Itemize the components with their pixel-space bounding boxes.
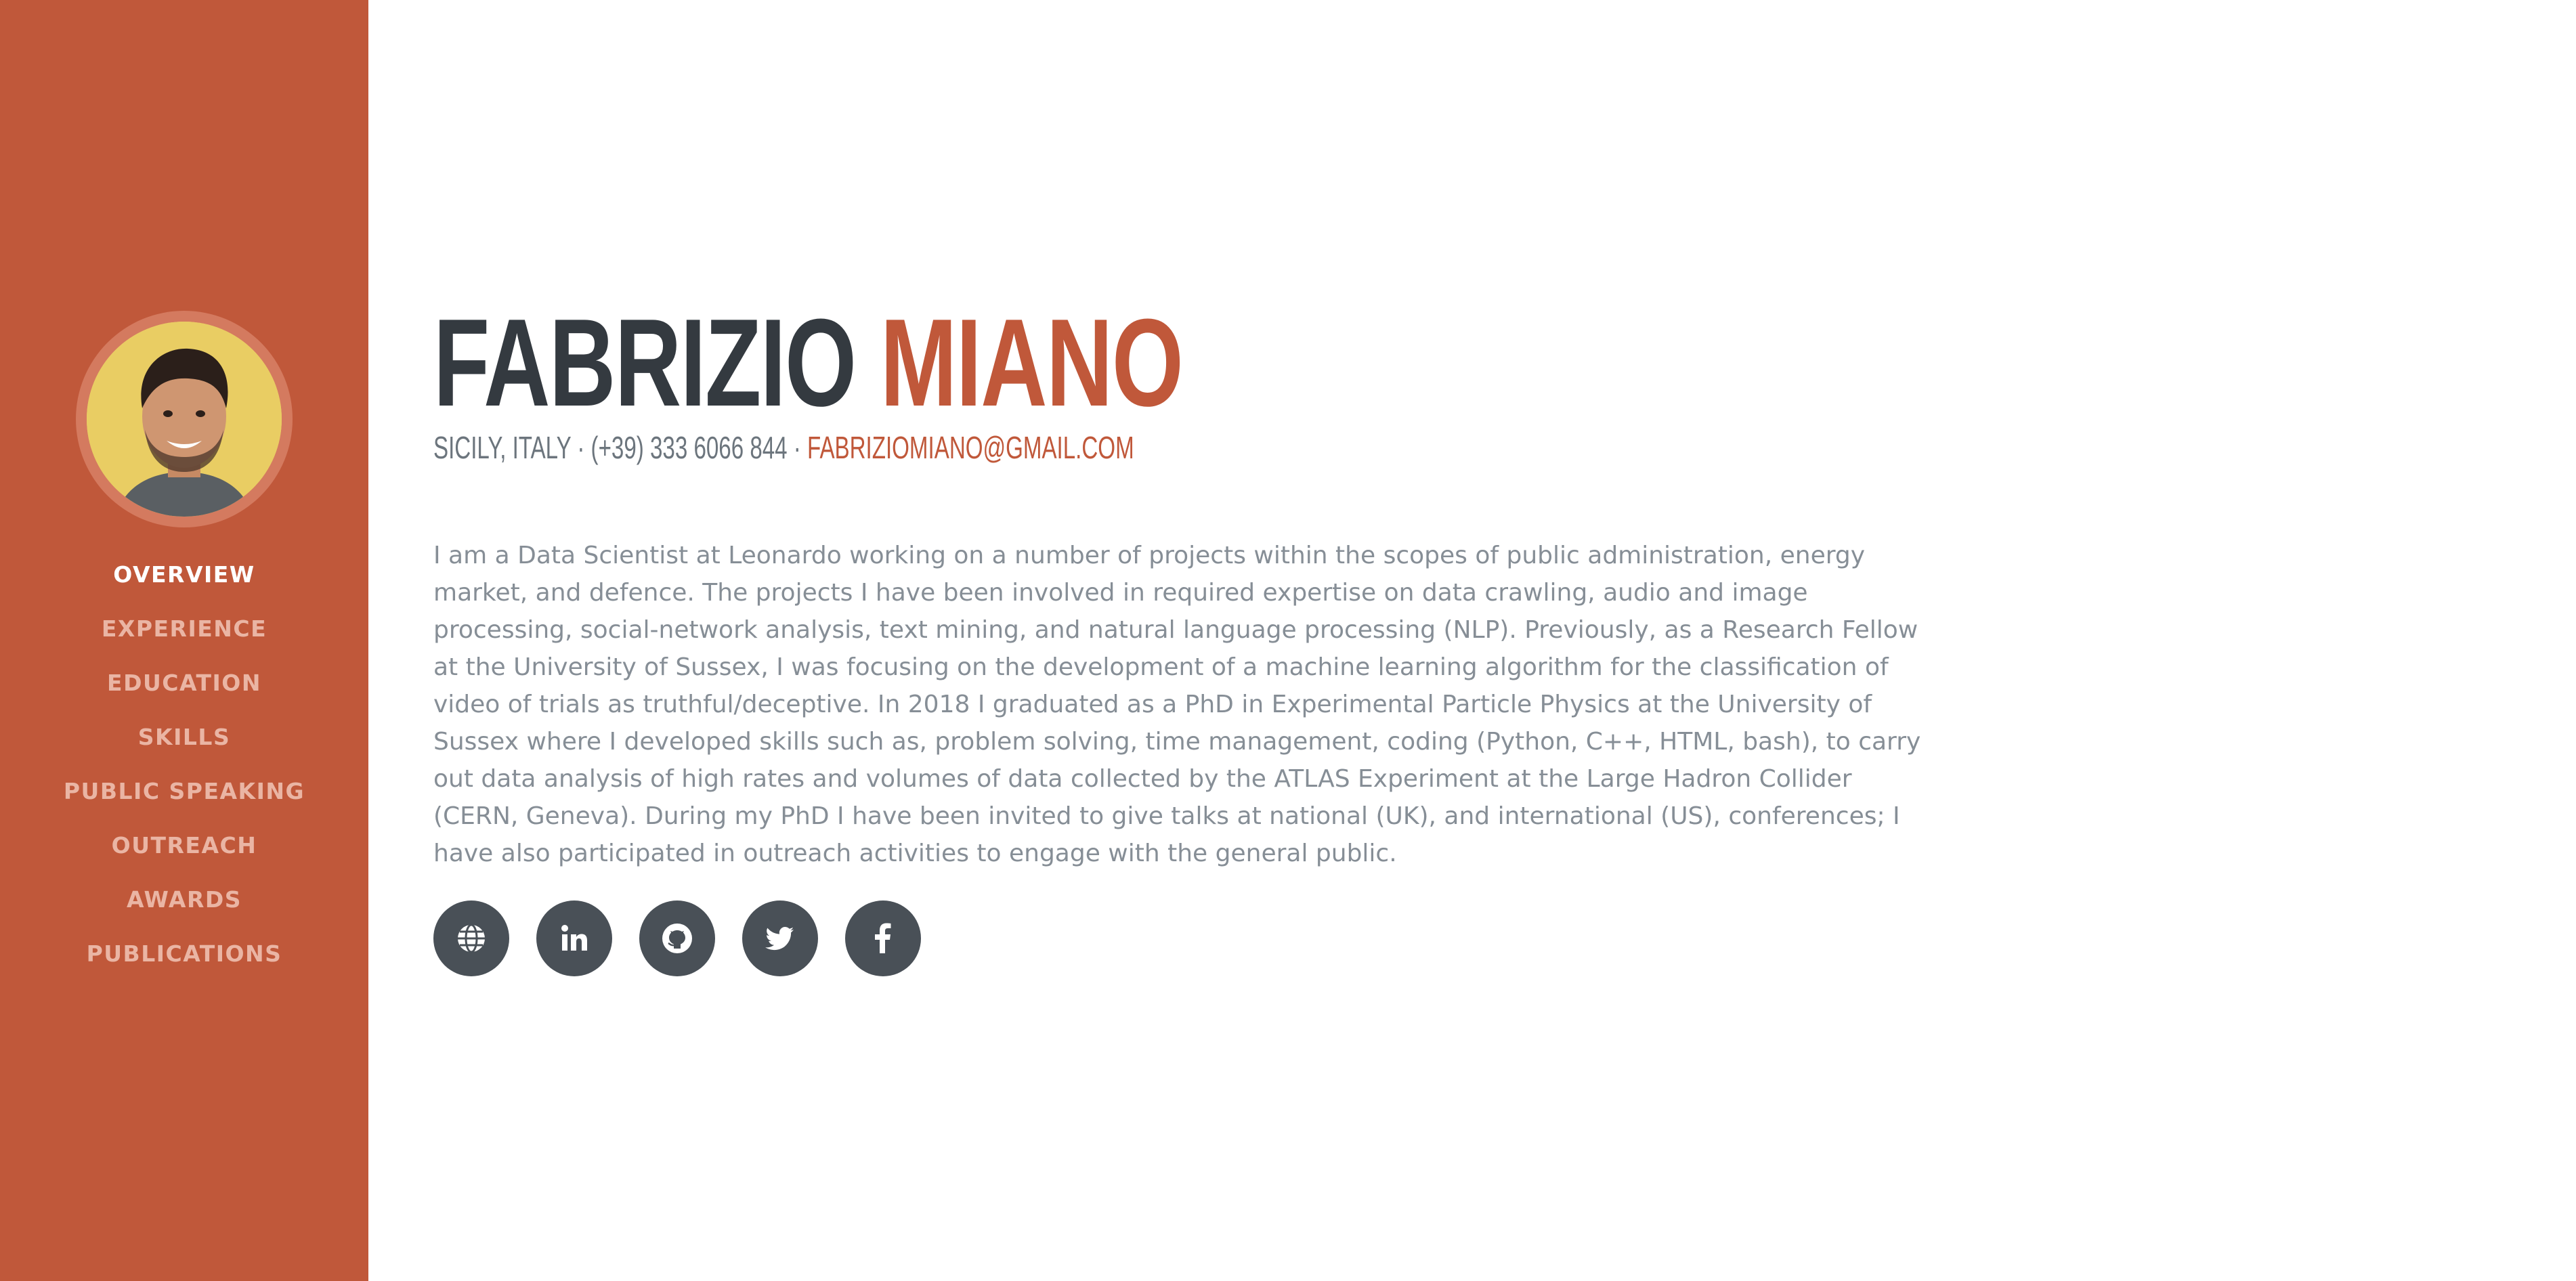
contact-line: SICILY, ITALY · (+39) 333 6066 844 · FAB…	[433, 429, 1134, 466]
email-link[interactable]: FABRIZIOMIANO@GMAIL.COM	[807, 430, 1134, 465]
website-button[interactable]	[433, 900, 509, 976]
nav-item-education[interactable]: EDUCATION	[0, 664, 368, 718]
nav-item-publications[interactable]: PUBLICATIONS	[0, 934, 368, 989]
social-links	[433, 900, 921, 976]
location-phone: SICILY, ITALY · (+39) 333 6066 844 ·	[433, 430, 808, 465]
page-title: FABRIZIO MIANO	[433, 298, 1184, 427]
nav-item-public-speaking[interactable]: PUBLIC SPEAKING	[0, 772, 368, 826]
nav-item-skills[interactable]: SKILLS	[0, 718, 368, 772]
twitter-button[interactable]	[742, 900, 818, 976]
linkedin-button[interactable]	[536, 900, 612, 976]
nav-item-awards[interactable]: AWARDS	[0, 880, 368, 934]
github-icon	[660, 921, 695, 956]
sidebar-nav: OVERVIEW EXPERIENCE EDUCATION SKILLS PUB…	[0, 555, 368, 989]
facebook-button[interactable]	[845, 900, 921, 976]
nav-item-overview[interactable]: OVERVIEW	[0, 555, 368, 609]
avatar[interactable]	[76, 311, 293, 527]
resume-page: OVERVIEW EXPERIENCE EDUCATION SKILLS PUB…	[0, 0, 2576, 1281]
first-name: FABRIZIO	[433, 292, 857, 432]
nav-item-experience[interactable]: EXPERIENCE	[0, 609, 368, 664]
twitter-icon	[763, 921, 798, 956]
sidebar: OVERVIEW EXPERIENCE EDUCATION SKILLS PUB…	[0, 0, 368, 1281]
last-name: MIANO	[880, 292, 1184, 432]
nav-item-outreach[interactable]: OUTREACH	[0, 826, 368, 880]
globe-icon	[455, 922, 488, 955]
linkedin-icon	[558, 922, 591, 955]
github-button[interactable]	[639, 900, 715, 976]
facebook-icon	[867, 921, 899, 956]
bio-text: I am a Data Scientist at Leonardo workin…	[433, 542, 1921, 867]
profile-photo	[87, 322, 282, 517]
